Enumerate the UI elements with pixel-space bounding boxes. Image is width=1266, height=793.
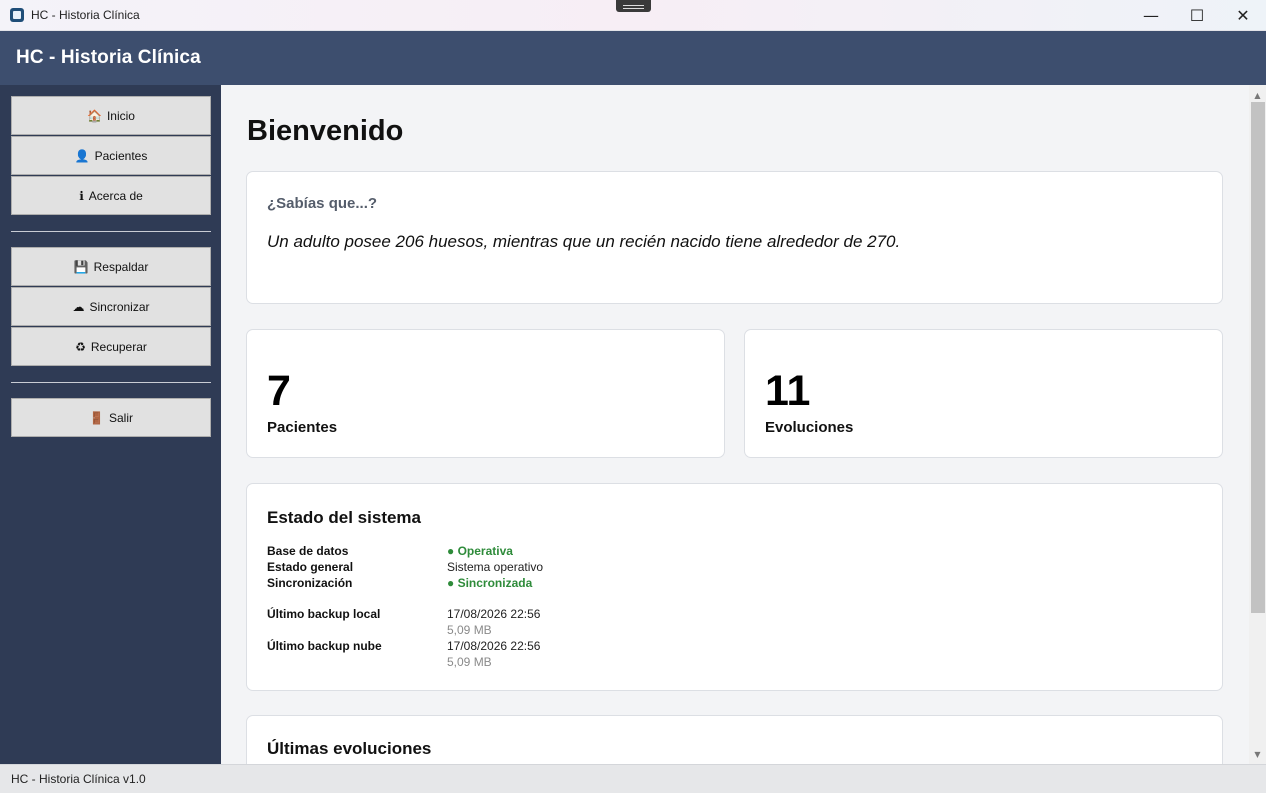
sidebar-item-respaldar[interactable]: 💾 Respaldar [11, 247, 211, 286]
window-controls: — ☐ ✕ [1128, 0, 1266, 31]
minimize-button[interactable]: — [1128, 0, 1174, 31]
stat-label: Pacientes [267, 419, 338, 436]
tip-heading: ¿Sabías que...? [267, 195, 378, 212]
sidebar-item-label: Pacientes [94, 148, 148, 163]
close-button[interactable]: ✕ [1220, 0, 1266, 31]
stat-label: Evoluciones [765, 419, 854, 436]
scroll-down-arrow-icon[interactable]: ▼ [1249, 746, 1266, 762]
status-value: Sistema operativo [447, 560, 544, 574]
window-title: HC - Historia Clínica [31, 8, 140, 22]
floppy-disk-icon: 💾 [73, 259, 89, 274]
maximize-button[interactable]: ☐ [1174, 0, 1220, 31]
stat-value: 7 [267, 367, 291, 415]
recycle-icon: ♻ [75, 339, 86, 354]
user-icon: 👤 [74, 148, 90, 163]
status-label: Base de datos [267, 544, 349, 558]
sidebar-item-label: Respaldar [93, 259, 149, 274]
tip-card: ¿Sabías que...? Un adulto posee 206 hues… [246, 171, 1223, 304]
status-bar: HC - Historia Clínica v1.0 [0, 764, 1266, 793]
backup-date: 17/08/2026 22:56 [447, 639, 541, 653]
page-title: Bienvenido [247, 115, 404, 147]
backup-size: 5,09 MB [447, 623, 492, 637]
sidebar-item-recuperar[interactable]: ♻ Recuperar [11, 327, 211, 366]
backup-label: Último backup local [267, 607, 381, 621]
status-label: Estado general [267, 560, 354, 574]
sidebar-item-label: Recuperar [90, 339, 147, 354]
status-bar-text: HC - Historia Clínica v1.0 [11, 772, 146, 786]
sidebar-item-salir[interactable]: 🚪 Salir [11, 398, 211, 437]
home-icon: 🏠 [87, 108, 102, 123]
stat-card-pacientes: 7 Pacientes [246, 329, 725, 458]
sidebar: 🏠 Inicio 👤 Pacientes ℹ Acerca de 💾 Respa… [0, 85, 221, 764]
sidebar-item-label: Sincronizar [89, 299, 150, 314]
app-title: HC - Historia Clínica [16, 47, 201, 68]
info-icon: ℹ [79, 188, 84, 203]
backup-date: 17/08/2026 22:56 [447, 607, 541, 621]
sidebar-item-sincronizar[interactable]: ☁ Sincronizar [11, 287, 211, 326]
main-content[interactable]: Bienvenido ¿Sabías que...? Un adulto pos… [221, 85, 1266, 764]
app-header: HC - Historia Clínica [0, 31, 1266, 85]
sidebar-divider [11, 382, 211, 383]
system-status-card: Estado del sistema Base de datos ● Opera… [246, 483, 1223, 691]
status-value: ● Sincronizada [447, 576, 533, 590]
status-label: Sincronización [267, 576, 353, 590]
stat-value: 11 [765, 367, 811, 415]
scroll-up-arrow-icon[interactable]: ▲ [1249, 87, 1266, 103]
backup-size: 5,09 MB [447, 655, 492, 669]
scrollbar-thumb[interactable] [1251, 102, 1265, 613]
sidebar-item-label: Salir [108, 410, 133, 425]
backup-label: Último backup nube [267, 639, 382, 653]
sidebar-item-inicio[interactable]: 🏠 Inicio [11, 96, 211, 135]
evolutions-title: Últimas evoluciones [267, 739, 432, 758]
status-value: ● Operativa [447, 544, 513, 558]
tip-text: Un adulto posee 206 huesos, mientras que… [267, 232, 901, 251]
window-titlebar: HC - Historia Clínica — ☐ ✕ [0, 0, 1266, 31]
evolutions-card: Últimas evoluciones [246, 715, 1223, 764]
app-icon [10, 8, 24, 22]
sidebar-item-label: Acerca de [88, 188, 143, 203]
sidebar-item-label: Inicio [106, 108, 135, 123]
cloud-icon: ☁ [72, 299, 85, 314]
stat-card-evoluciones: 11 Evoluciones [744, 329, 1223, 458]
sidebar-item-pacientes[interactable]: 👤 Pacientes [11, 136, 211, 175]
sidebar-item-acerca-de[interactable]: ℹ Acerca de [11, 176, 211, 215]
exit-door-icon: 🚪 [89, 410, 104, 425]
snap-grip-handle[interactable] [616, 0, 651, 12]
system-status-title: Estado del sistema [267, 508, 422, 527]
sidebar-divider [11, 231, 211, 232]
vertical-scrollbar[interactable]: ▲ ▼ [1249, 85, 1266, 764]
